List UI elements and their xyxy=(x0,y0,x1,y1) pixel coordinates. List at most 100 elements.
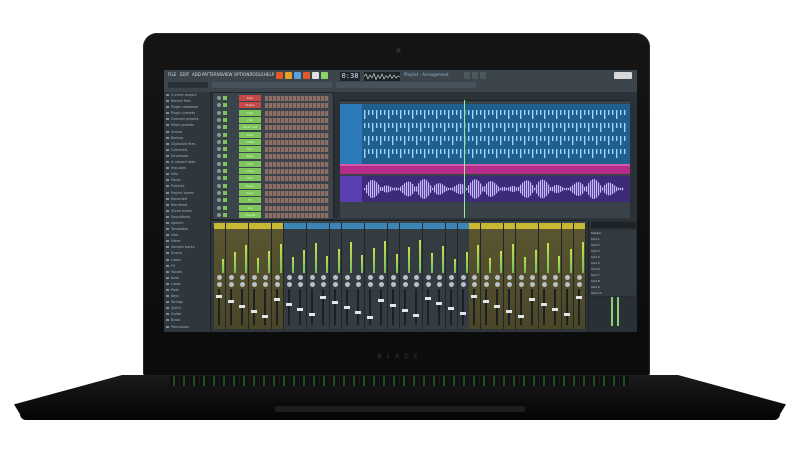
stereo-knob[interactable] xyxy=(309,282,315,287)
channel-volume-knob[interactable] xyxy=(217,125,221,130)
volume-fader[interactable] xyxy=(494,289,501,325)
stereo-knob[interactable] xyxy=(402,282,408,287)
menu-item-patterns[interactable]: PATTERNS xyxy=(202,72,222,78)
channel-row[interactable]: Clap xyxy=(215,109,331,117)
volume-fader[interactable] xyxy=(355,289,362,325)
volume-fader[interactable] xyxy=(308,289,315,325)
channel-row[interactable]: Vox xyxy=(215,204,331,212)
channel-row[interactable]: Pad xyxy=(215,175,331,182)
mixer-channel-strip[interactable] xyxy=(504,223,516,329)
channel-volume-knob[interactable] xyxy=(217,205,221,210)
fader-cap[interactable] xyxy=(448,307,454,310)
fader-cap[interactable] xyxy=(355,311,362,314)
pan-knob[interactable] xyxy=(518,275,524,280)
volume-fader[interactable] xyxy=(575,289,582,325)
volume-fader[interactable] xyxy=(297,289,304,325)
stereo-knob[interactable] xyxy=(298,282,304,287)
mixer-channel-strip[interactable] xyxy=(214,223,226,329)
mixer-channel-strip[interactable] xyxy=(353,223,366,329)
channel-volume-knob[interactable] xyxy=(217,139,221,144)
fader-cap[interactable] xyxy=(482,300,489,303)
mixer-channel-strip[interactable] xyxy=(388,223,400,329)
menu-item-view[interactable]: VIEW xyxy=(222,72,232,78)
pan-knob[interactable] xyxy=(275,275,280,280)
volume-fader[interactable] xyxy=(529,289,536,325)
channel-row[interactable]: Open hat xyxy=(215,124,331,131)
inspector-selector[interactable] xyxy=(591,222,636,228)
stereo-knob[interactable] xyxy=(495,282,501,287)
stereo-knob[interactable] xyxy=(553,282,559,287)
menu-item-tools[interactable]: TOOLS xyxy=(250,72,264,78)
mixer-channel-strip[interactable] xyxy=(318,223,331,329)
channel-name-button[interactable]: Clap xyxy=(239,109,261,116)
pan-knob[interactable] xyxy=(391,275,396,280)
pan-knob[interactable] xyxy=(379,275,385,280)
pattern-mode-button[interactable] xyxy=(285,72,292,79)
volume-fader[interactable] xyxy=(424,289,431,325)
channel-volume-knob[interactable] xyxy=(217,169,221,173)
volume-fader[interactable] xyxy=(320,289,327,325)
fader-cap[interactable] xyxy=(529,298,536,301)
stereo-knob[interactable] xyxy=(576,282,582,287)
step-sequencer[interactable] xyxy=(265,147,329,153)
channel-row[interactable]: Lead xyxy=(215,168,331,175)
volume-fader[interactable] xyxy=(390,289,396,325)
mixer-channel-strip[interactable] xyxy=(399,223,412,329)
fader-cap[interactable] xyxy=(320,296,327,299)
pan-knob[interactable] xyxy=(402,275,408,280)
mixer-channel-strip[interactable] xyxy=(538,223,551,329)
mixer-channel-strip[interactable] xyxy=(515,223,528,329)
channel-mute-led[interactable] xyxy=(223,205,227,210)
mixer-channel-strip[interactable] xyxy=(341,223,354,329)
step-sequencer[interactable] xyxy=(265,132,329,138)
channel-name-button[interactable]: Open hat xyxy=(239,124,261,131)
stereo-knob[interactable] xyxy=(275,282,280,287)
pan-knob[interactable] xyxy=(507,275,512,280)
mixer-channel-strip[interactable] xyxy=(469,223,482,329)
toolbar-button-2[interactable] xyxy=(472,72,478,79)
stereo-knob[interactable] xyxy=(449,282,454,287)
stereo-knob[interactable] xyxy=(472,282,478,287)
channel-row[interactable]: Chords xyxy=(215,211,331,219)
volume-fader[interactable] xyxy=(436,289,443,325)
mixer-channel-strip[interactable] xyxy=(364,223,377,329)
fader-cap[interactable] xyxy=(471,295,478,298)
pan-knob[interactable] xyxy=(251,275,257,280)
pan-knob[interactable] xyxy=(530,275,536,280)
volume-fader[interactable] xyxy=(540,289,547,325)
volume-fader[interactable] xyxy=(285,289,292,325)
fader-cap[interactable] xyxy=(378,299,385,302)
step-sequencer[interactable] xyxy=(265,139,329,145)
fader-cap[interactable] xyxy=(575,296,582,299)
pan-knob[interactable] xyxy=(286,275,292,280)
menu-item-file[interactable]: FILE xyxy=(168,72,176,78)
pan-knob[interactable] xyxy=(495,275,501,280)
mixer-channel-strip[interactable] xyxy=(422,223,435,329)
mixer-channel-strip[interactable] xyxy=(283,223,296,329)
audio-clip-waveform[interactable] xyxy=(340,176,630,202)
volume-fader[interactable] xyxy=(506,289,512,325)
stereo-knob[interactable] xyxy=(414,282,420,287)
step-sequencer[interactable] xyxy=(265,176,329,182)
channel-volume-knob[interactable] xyxy=(217,147,221,152)
pan-knob[interactable] xyxy=(309,275,315,280)
volume-fader[interactable] xyxy=(216,289,222,325)
step-sequencer[interactable] xyxy=(265,96,329,101)
channel-volume-knob[interactable] xyxy=(217,190,221,195)
stereo-knob[interactable] xyxy=(565,282,570,287)
channel-mute-led[interactable] xyxy=(223,212,227,217)
pan-knob[interactable] xyxy=(356,275,362,280)
channel-name-button[interactable]: FX xyxy=(239,197,261,204)
stop-button[interactable] xyxy=(303,72,310,79)
step-sequencer[interactable] xyxy=(265,190,329,196)
channel-mute-led[interactable] xyxy=(223,183,227,188)
mixer-channel-strip[interactable] xyxy=(248,223,261,329)
step-sequencer[interactable] xyxy=(265,117,329,123)
menu-item-help[interactable]: HELP xyxy=(264,72,274,78)
fader-cap[interactable] xyxy=(250,310,257,313)
fader-cap[interactable] xyxy=(413,314,420,317)
step-sequencer[interactable] xyxy=(265,161,329,167)
song-mode-button[interactable] xyxy=(294,72,301,79)
fader-cap[interactable] xyxy=(390,304,396,307)
channel-name-button[interactable]: Lead xyxy=(239,168,261,174)
